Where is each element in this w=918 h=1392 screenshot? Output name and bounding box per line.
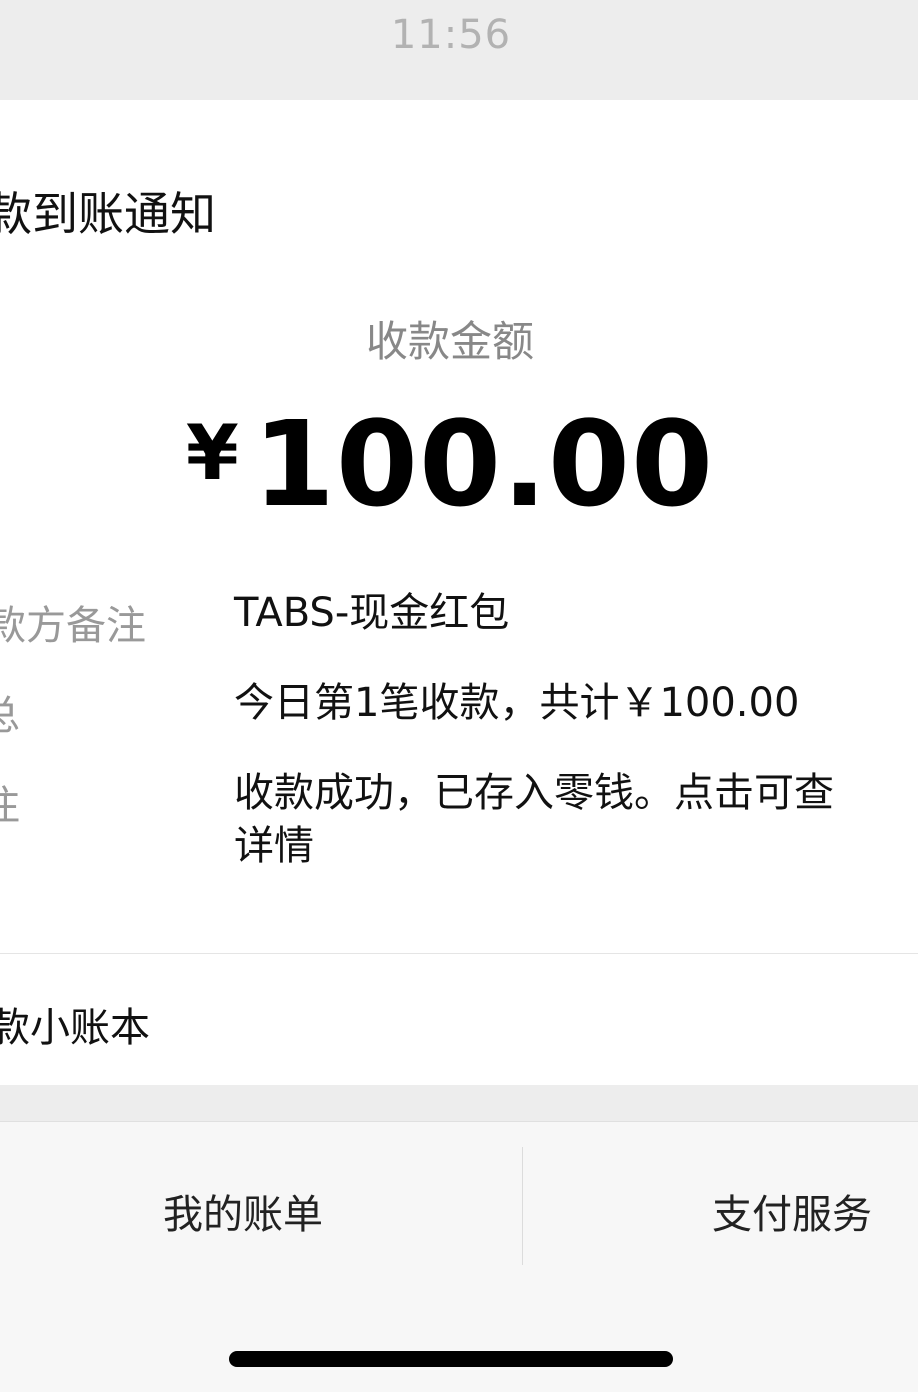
detail-label-summary: 总	[0, 683, 20, 741]
payment-notification-card[interactable]: 款到账通知 收款金额 ¥100.00 款方备注 TABS-现金红包 总 今日第1…	[0, 100, 918, 1085]
currency-symbol: ¥	[185, 408, 239, 497]
status-bar: 11:56	[0, 0, 918, 100]
detail-value-remark: TABS-现金红包	[234, 590, 510, 636]
status-time: 11:56	[390, 12, 512, 58]
notification-title: 款到账通知	[0, 187, 216, 241]
amount-display: ¥100.00	[0, 395, 900, 533]
ledger-link[interactable]: 款小账本	[0, 995, 150, 1053]
my-bills-button[interactable]: 我的账单	[163, 1182, 323, 1240]
detail-value-note-line2[interactable]: 详情	[234, 820, 918, 873]
detail-value-summary: 今日第1笔收款，共计￥100.00	[234, 680, 800, 726]
amount-value: 100.00	[252, 395, 715, 533]
detail-label-remark: 款方备注	[0, 603, 146, 649]
amount-label: 收款金额	[365, 317, 534, 366]
divider	[0, 953, 918, 954]
detail-value-note-line1[interactable]: 收款成功，已存入零钱。点击可查	[234, 767, 918, 820]
home-indicator[interactable]	[229, 1351, 673, 1367]
footer-divider	[522, 1147, 523, 1265]
payment-services-button[interactable]: 支付服务	[712, 1182, 872, 1240]
detail-label-note: 注	[0, 773, 20, 831]
